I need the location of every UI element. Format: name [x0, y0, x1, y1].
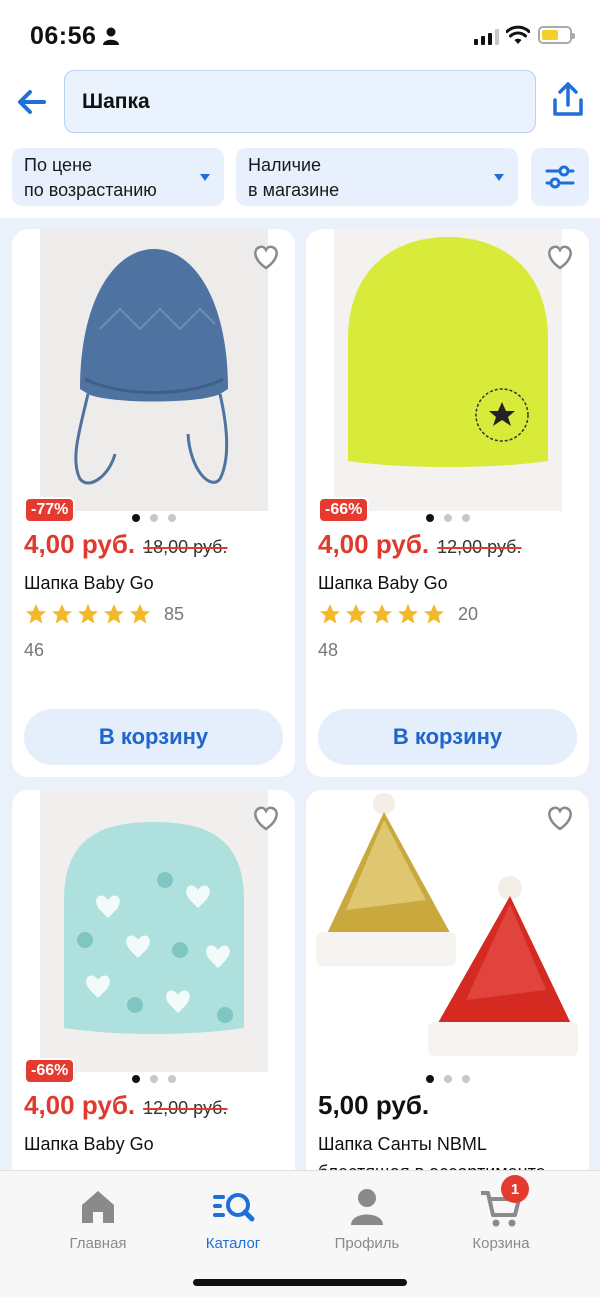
size-label: 46 — [24, 640, 45, 660]
share-icon[interactable] — [548, 80, 588, 120]
bottom-navigation: Главная Каталог Профиль 1 Корзина — [0, 1170, 600, 1297]
product-name[interactable]: Шапка Baby Go — [24, 573, 154, 594]
nav-catalog[interactable]: Каталог — [173, 1185, 293, 1252]
status-bar: 06:56 — [0, 0, 600, 70]
star-icon — [130, 604, 150, 624]
product-image[interactable] — [306, 790, 589, 1072]
product-name[interactable]: Шапка Baby Go — [318, 573, 448, 594]
cart-count-badge: 1 — [501, 1175, 529, 1203]
sort-label-line1: По цене — [24, 155, 93, 175]
filter-settings-button[interactable] — [531, 148, 589, 206]
price: 4,00 руб. — [24, 529, 136, 559]
add-to-cart-button[interactable]: В корзину — [318, 709, 577, 765]
product-name[interactable]: Шапка Санты NBML — [318, 1134, 487, 1155]
sort-dropdown[interactable]: По цене по возрастанию — [12, 148, 224, 206]
price-row: 4,00 руб. 18,00 руб. — [24, 529, 227, 560]
yellow-beanie-image — [348, 237, 548, 467]
favorite-heart-icon[interactable] — [251, 243, 281, 271]
image-pagination — [306, 1075, 589, 1083]
product-card[interactable]: 5,00 руб. Шапка Санты NBML блестящая в а… — [306, 790, 589, 1190]
image-pagination — [306, 514, 589, 522]
wifi-icon — [506, 25, 530, 44]
nav-home[interactable]: Главная — [38, 1185, 158, 1252]
mint-heart-beanie-image — [64, 822, 244, 1034]
catalog-search-icon — [213, 1193, 255, 1222]
chevron-down-icon — [200, 174, 210, 181]
status-time: 06:56 — [30, 22, 97, 50]
cellular-signal-icon — [474, 29, 499, 45]
old-price: 12,00 руб. — [143, 1098, 228, 1118]
image-pagination — [12, 514, 295, 522]
price: 4,00 руб. — [318, 529, 430, 559]
rating-stars: 85 — [24, 602, 184, 626]
availability-label-line1: Наличие — [248, 155, 322, 175]
price-row: 4,00 руб. 12,00 руб. — [318, 529, 521, 560]
nav-catalog-label: Каталог — [205, 1235, 261, 1252]
favorite-heart-icon[interactable] — [251, 804, 281, 832]
product-name[interactable]: Шапка Baby Go — [24, 1134, 154, 1155]
price-row: 5,00 руб. — [318, 1090, 429, 1121]
person-icon — [103, 27, 119, 45]
old-price: 18,00 руб. — [143, 537, 228, 557]
back-arrow-icon[interactable] — [14, 84, 50, 120]
profile-icon — [351, 1189, 383, 1225]
favorite-heart-icon[interactable] — [545, 804, 575, 832]
price-row: 4,00 руб. 12,00 руб. — [24, 1090, 227, 1121]
size-label: 48 — [318, 640, 339, 660]
home-icon — [82, 1191, 114, 1223]
star-icon — [320, 604, 340, 624]
star-icon — [346, 604, 366, 624]
santa-hats-image — [316, 793, 578, 1056]
blue-hat-image — [74, 249, 229, 485]
sliders-icon — [545, 165, 575, 189]
star-icon — [398, 604, 418, 624]
nav-home-label: Главная — [69, 1235, 127, 1252]
product-image[interactable] — [40, 790, 268, 1072]
product-image[interactable] — [334, 229, 562, 511]
sort-label-line2: по возрастанию — [24, 180, 157, 200]
star-icon — [372, 604, 392, 624]
star-icon — [424, 604, 444, 624]
star-icon — [26, 604, 46, 624]
availability-dropdown[interactable]: Наличие в магазине — [236, 148, 518, 206]
review-count: 85 — [164, 603, 185, 624]
product-image[interactable] — [40, 229, 268, 511]
search-input[interactable]: Шапка — [64, 70, 536, 133]
favorite-heart-icon[interactable] — [545, 243, 575, 271]
rating-stars: 20 — [318, 602, 478, 626]
add-to-cart-button[interactable]: В корзину — [24, 709, 283, 765]
search-header: Шапка — [0, 70, 600, 140]
nav-profile[interactable]: Профиль — [307, 1185, 427, 1252]
price: 5,00 руб. — [318, 1090, 430, 1120]
old-price: 12,00 руб. — [437, 537, 522, 557]
price: 4,00 руб. — [24, 1090, 136, 1120]
chevron-down-icon — [494, 174, 504, 181]
availability-label-line2: в магазине — [248, 180, 340, 200]
product-card[interactable]: -77% 4,00 руб. 18,00 руб. Шапка Baby Go … — [12, 229, 295, 777]
product-card[interactable]: -66% 4,00 руб. 12,00 руб. Шапка Baby Go — [12, 790, 295, 1190]
filter-bar: По цене по возрастанию Наличие в магазин… — [0, 140, 600, 218]
nav-cart-label: Корзина — [472, 1235, 530, 1252]
nav-cart[interactable]: 1 Корзина — [441, 1175, 561, 1252]
star-icon — [52, 604, 72, 624]
nav-profile-label: Профиль — [334, 1235, 400, 1252]
star-icon — [104, 604, 124, 624]
battery-icon — [538, 26, 575, 44]
review-count: 20 — [458, 603, 479, 624]
image-pagination — [12, 1075, 295, 1083]
home-indicator — [193, 1279, 407, 1286]
product-card[interactable]: -66% 4,00 руб. 12,00 руб. Шапка Baby Go … — [306, 229, 589, 777]
star-icon — [78, 604, 98, 624]
